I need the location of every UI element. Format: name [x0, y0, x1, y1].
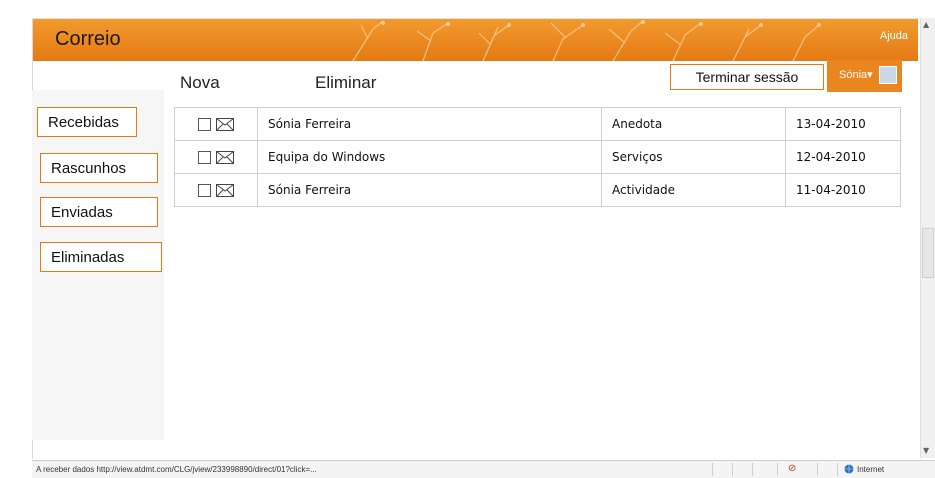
checkbox-icon[interactable]	[197, 151, 211, 164]
app-title: Correio	[55, 28, 121, 50]
globe-icon	[844, 464, 854, 474]
message-row[interactable]: Sónia Ferreira Actividade 11-04-2010	[174, 173, 901, 207]
envelope-icon	[216, 184, 235, 197]
message-row[interactable]: Sónia Ferreira Anedota 13-04-2010	[174, 107, 901, 141]
help-link[interactable]: Ajuda	[880, 30, 908, 42]
message-from: Equipa do Windows	[257, 140, 602, 174]
message-subject: Actividade	[601, 173, 786, 207]
dropdown-arrow-icon: ▾	[867, 69, 873, 81]
message-subject: Anedota	[601, 107, 786, 141]
vertical-scrollbar[interactable]: ▲ ▼	[920, 18, 935, 458]
scroll-up-icon[interactable]: ▲	[923, 20, 929, 29]
checkbox-icon[interactable]	[197, 184, 211, 197]
scrollbar-thumb[interactable]	[922, 228, 934, 278]
signout-button[interactable]: Terminar sessão	[670, 64, 824, 90]
folder-inbox[interactable]: Recebidas	[37, 107, 137, 137]
scroll-down-icon[interactable]: ▼	[923, 446, 929, 455]
message-from: Sónia Ferreira	[257, 173, 602, 207]
new-message-button[interactable]: Nova	[180, 73, 220, 93]
decorative-branches	[352, 20, 821, 61]
user-menu[interactable]: Sónia▾	[827, 60, 902, 92]
user-name: Sónia▾	[839, 69, 873, 81]
app-header: Correio Ajuda	[33, 19, 918, 61]
checkbox-icon[interactable]	[197, 118, 211, 131]
delete-button[interactable]: Eliminar	[315, 73, 376, 93]
folder-sent[interactable]: Enviadas	[40, 197, 158, 227]
zone-label: Internet	[857, 464, 885, 474]
message-subject: Serviços	[601, 140, 786, 174]
message-row[interactable]: Equipa do Windows Serviços 12-04-2010	[174, 140, 901, 174]
security-zone: Internet	[844, 464, 884, 474]
avatar-icon	[879, 66, 897, 84]
privacy-icon: ⊘	[788, 463, 797, 474]
status-bar: A receber dados http://view.atdmt.com/CL…	[32, 460, 935, 478]
message-from: Sónia Ferreira	[257, 107, 602, 141]
message-date: 11-04-2010	[785, 173, 901, 207]
message-date: 13-04-2010	[785, 107, 901, 141]
folder-drafts[interactable]: Rascunhos	[40, 153, 158, 183]
status-text: A receber dados http://view.atdmt.com/CL…	[36, 465, 317, 474]
message-date: 12-04-2010	[785, 140, 901, 174]
folder-deleted[interactable]: Eliminadas	[40, 242, 162, 272]
envelope-icon	[216, 118, 235, 131]
message-list: Sónia Ferreira Anedota 13-04-2010 Equipa…	[174, 107, 901, 207]
envelope-icon	[216, 151, 235, 164]
